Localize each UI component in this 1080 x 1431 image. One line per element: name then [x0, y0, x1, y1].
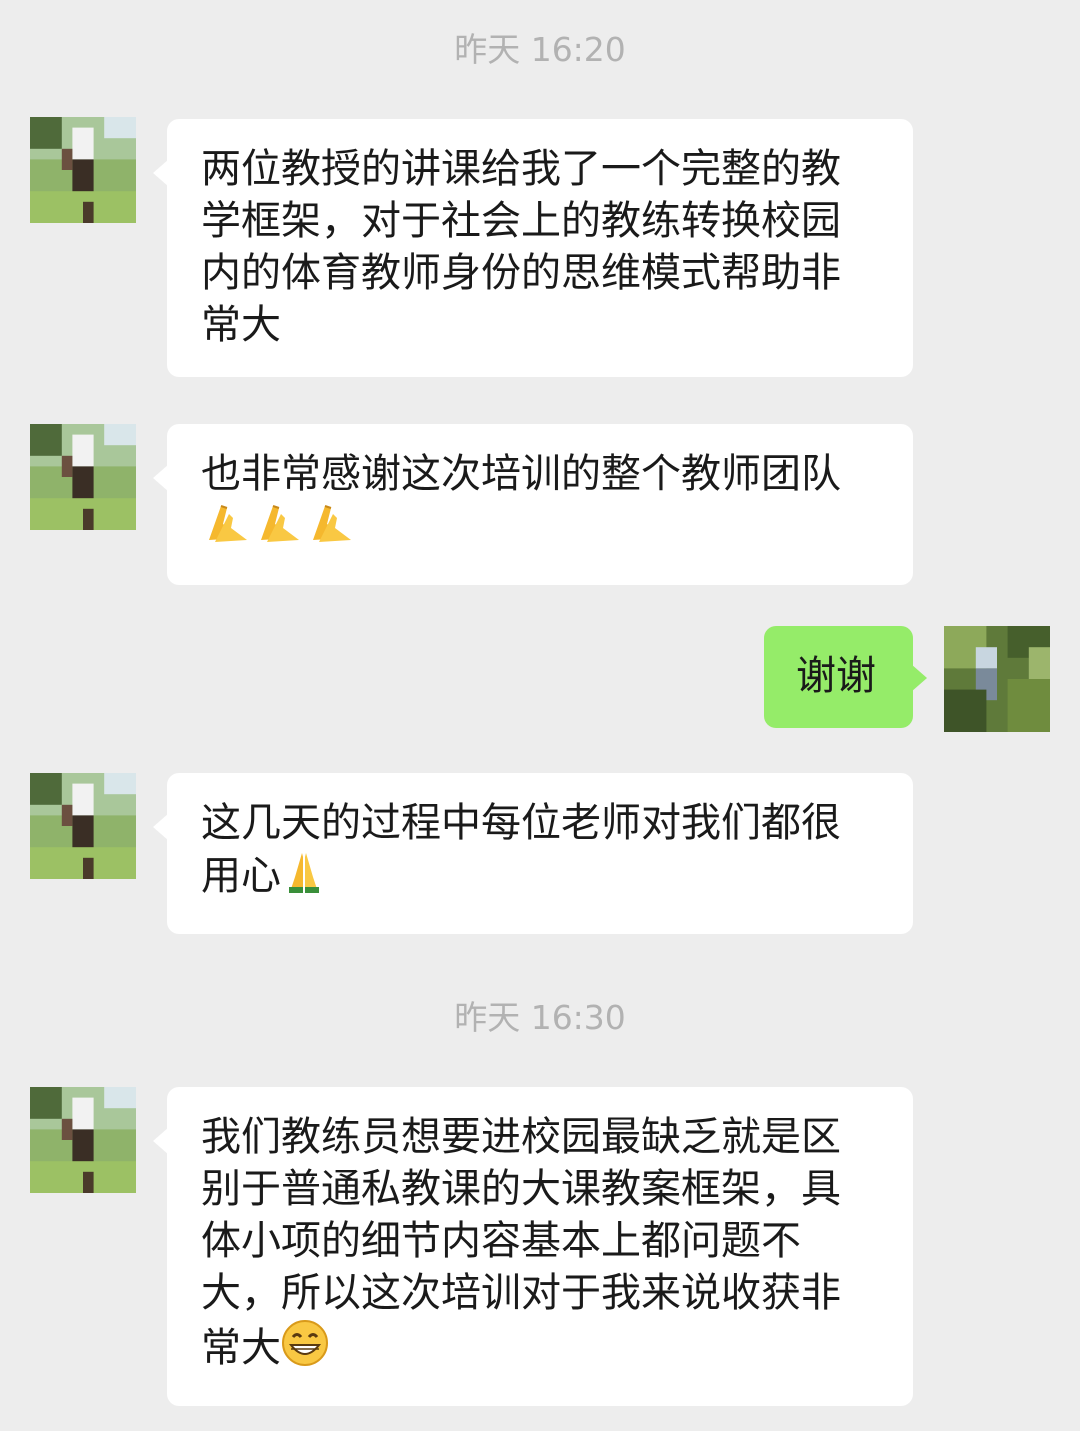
timestamp: 昨天 16:20	[454, 30, 626, 69]
contact-avatar-icon	[30, 117, 136, 223]
message-text: 两位教授的讲课给我了一个完整的教学框架，对于社会上的教练转换校园内的体育教师身份…	[201, 146, 841, 348]
clap-hands-emoji	[253, 500, 303, 559]
contact-avatar[interactable]	[30, 1087, 136, 1193]
contact-avatar-icon	[30, 424, 136, 530]
grinning-face-emoji	[281, 1319, 329, 1380]
clap-hands-emoji	[305, 500, 355, 559]
message-bubble[interactable]: 两位教授的讲课给我了一个完整的教学框架，对于社会上的教练转换校园内的体育教师身份…	[153, 119, 913, 377]
pray-hands-emoji	[281, 849, 327, 908]
timestamp: 昨天 16:30	[454, 998, 626, 1037]
message-bubble[interactable]: 我们教练员想要进校园最缺乏就是区别于普通私教课的大课教案框架，具体小项的细节内容…	[153, 1087, 913, 1406]
message-bubble[interactable]: 也非常感谢这次培训的整个教师团队	[153, 424, 913, 585]
message-bubble[interactable]: 这几天的过程中每位老师对我们都很用心	[153, 773, 913, 934]
contact-avatar[interactable]	[30, 117, 136, 223]
message-text: 谢谢	[796, 653, 876, 699]
clap-hands-emoji	[201, 500, 251, 559]
contact-avatar[interactable]	[30, 773, 136, 879]
self-avatar[interactable]	[944, 626, 1050, 732]
message-text: 也非常感谢这次培训的整个教师团队	[201, 451, 841, 497]
self-avatar-icon	[944, 626, 1050, 732]
chat-window: 昨天 16:20 两位教授的讲课给我了一个完整的教学框架，对于社会上的教练转换校…	[0, 0, 1080, 1431]
contact-avatar-icon	[30, 773, 136, 879]
message-bubble-outgoing[interactable]: 谢谢	[764, 626, 927, 728]
contact-avatar[interactable]	[30, 424, 136, 530]
contact-avatar-icon	[30, 1087, 136, 1193]
